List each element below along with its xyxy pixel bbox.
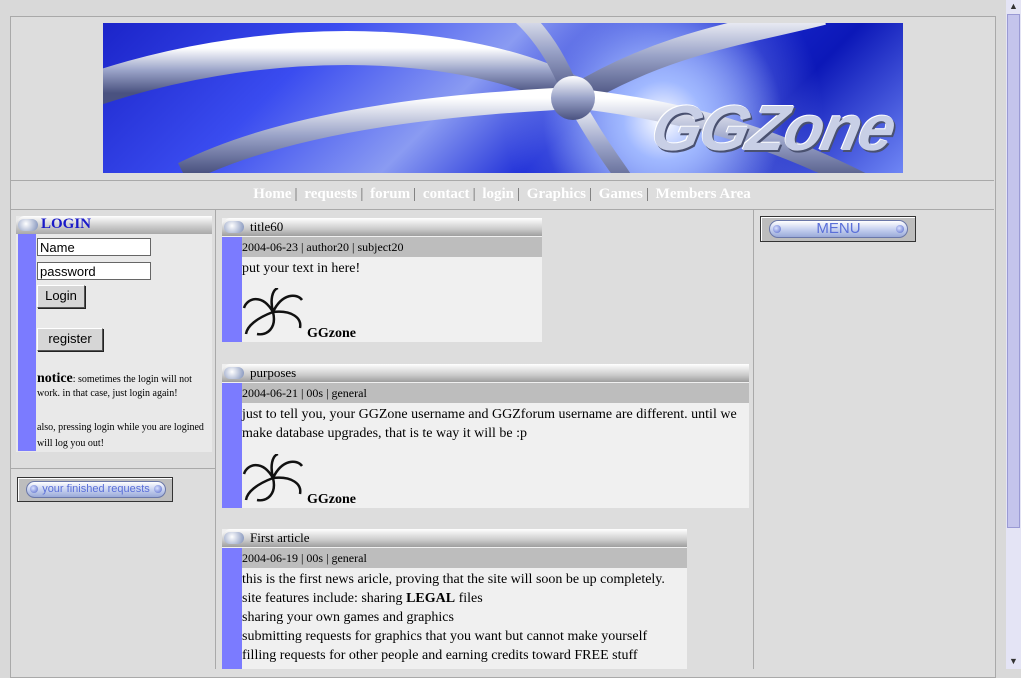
banner-logo-text: GGZone — [644, 92, 901, 164]
notice-label: notice — [37, 371, 73, 386]
article-title: title60 — [250, 219, 284, 234]
nav-graphics[interactable]: Graphics — [527, 186, 586, 202]
nav-divider — [10, 209, 994, 210]
article-title: purposes — [250, 365, 297, 380]
article-line: filling requests for other people and ea… — [242, 648, 638, 663]
scrollbar-thumb[interactable] — [1007, 14, 1020, 528]
article-side-bar — [222, 383, 242, 508]
news-article: title60 2004-06-23 | author20 | subject2… — [222, 218, 542, 342]
right-column-divider — [753, 209, 754, 669]
password-input[interactable] — [37, 262, 151, 280]
main-nav: Home | requests | forum | contact | login | G… — [253, 186, 751, 202]
article-body: just to tell you, your GGZone username a… — [242, 407, 737, 441]
article-side-bar — [222, 237, 242, 342]
nav-members-area[interactable]: Members Area — [656, 186, 751, 202]
login-title-bar: LOGIN — [16, 216, 212, 234]
login-bottom-divider — [10, 468, 215, 469]
nav-forum[interactable]: forum — [370, 186, 410, 202]
article-body: put your text in here! — [242, 261, 361, 276]
article-signature: GGzone — [242, 286, 382, 342]
menu-button[interactable]: MENU — [769, 220, 908, 238]
nav-games[interactable]: Games — [599, 186, 643, 202]
article-meta: 2004-06-23 | author20 | subject20 — [242, 237, 542, 257]
ggzone-swirl-logo-icon — [242, 452, 304, 502]
article-meta: 2004-06-19 | 00s | general — [242, 548, 687, 568]
title-cap-icon — [224, 532, 244, 544]
menu-right-dot-icon — [896, 225, 904, 233]
ggzone-swirl-logo-icon — [242, 286, 304, 336]
login-notice: notice: sometimes the login will not wor… — [37, 372, 209, 401]
site-banner: GGZone — [103, 23, 903, 173]
article-signature: GGzone — [242, 452, 382, 508]
finished-requests-button[interactable]: your finished requests — [26, 481, 166, 498]
menu-left-dot-icon — [773, 225, 781, 233]
pill-left-dot-icon — [30, 485, 38, 493]
signature-text: GGzone — [307, 492, 356, 507]
nav-login[interactable]: login — [482, 186, 514, 202]
news-article: First article 2004-06-19 | 00s | general… — [222, 529, 687, 669]
title-cap-icon — [224, 221, 244, 233]
article-side-bar — [222, 548, 242, 669]
scroll-down-arrow-icon[interactable]: ▼ — [1008, 656, 1019, 667]
login-title: LOGIN — [41, 216, 92, 232]
title-cap-icon — [224, 367, 244, 379]
register-button[interactable]: register — [37, 328, 103, 351]
signature-text: GGzone — [307, 326, 356, 341]
banner-divider — [10, 180, 994, 181]
nav-requests[interactable]: requests — [304, 186, 357, 202]
pill-right-dot-icon — [154, 485, 162, 493]
article-line: site features include: sharing LEGAL fil… — [242, 591, 483, 606]
article-meta: 2004-06-21 | 00s | general — [242, 383, 749, 403]
login-notice-logout: also, pressing login while you are login… — [37, 422, 204, 449]
name-input[interactable] — [37, 238, 151, 256]
article-body: this is the first news aricle, proving t… — [242, 570, 683, 665]
article-line: submitting requests for graphics that yo… — [242, 629, 648, 644]
login-button[interactable]: Login — [37, 285, 85, 308]
article-line: this is the first news aricle, proving t… — [242, 572, 665, 587]
left-column-divider — [215, 209, 216, 669]
title-cap-icon — [18, 219, 38, 231]
news-article: purposes 2004-06-21 | 00s | general just… — [222, 364, 749, 508]
login-side-bar — [18, 234, 36, 451]
nav-contact[interactable]: contact — [423, 186, 470, 202]
nav-home[interactable]: Home — [253, 186, 291, 202]
article-title: First article — [250, 530, 310, 545]
article-line: sharing your own games and graphics — [242, 610, 454, 625]
scroll-up-arrow-icon[interactable]: ▲ — [1008, 1, 1019, 12]
